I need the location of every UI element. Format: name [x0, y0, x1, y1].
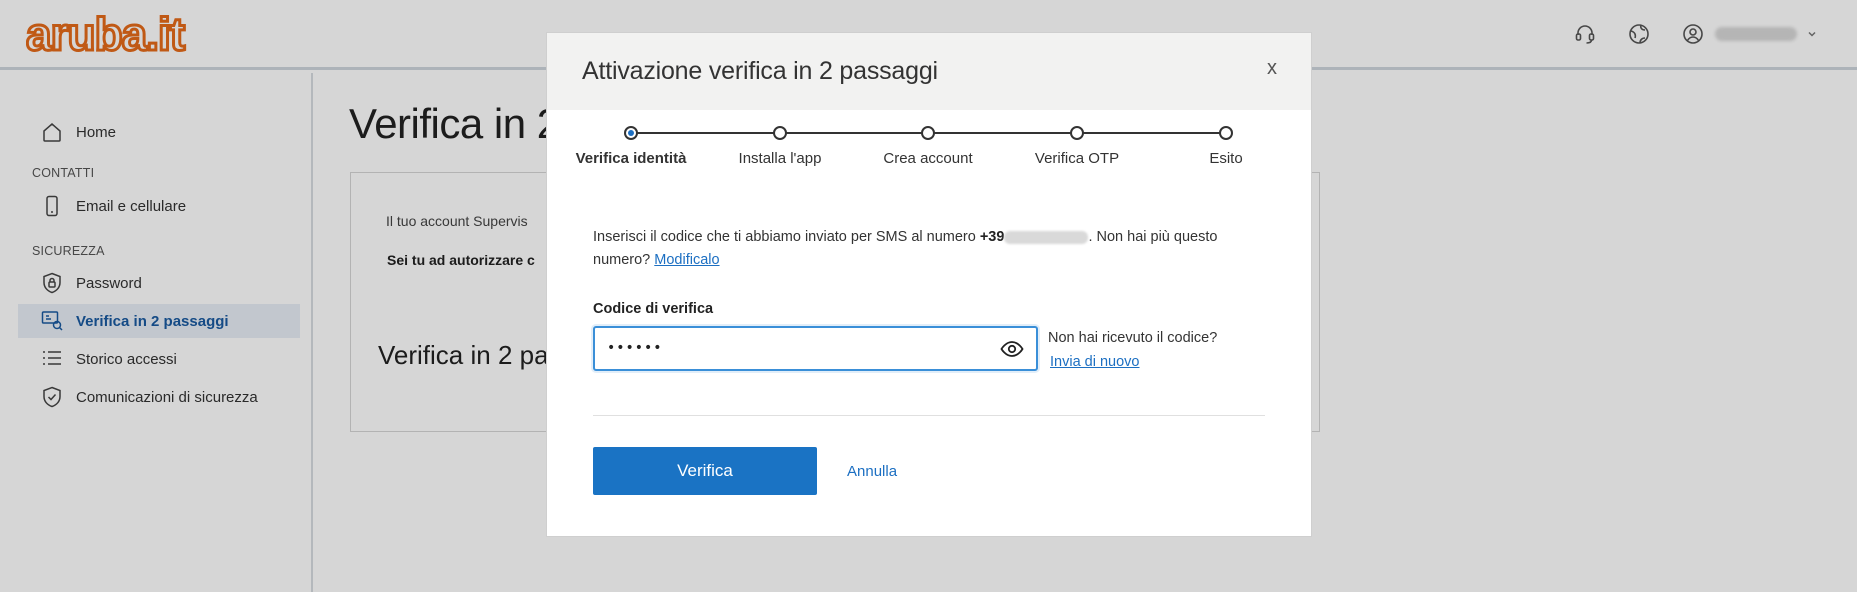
- step-dot-active: [624, 126, 638, 140]
- step-label: Esito: [1209, 150, 1243, 167]
- phone-prefix: +39: [979, 229, 1005, 245]
- step-dot: [1070, 126, 1084, 140]
- change-number-link[interactable]: Modificalo: [654, 252, 719, 268]
- eye-icon[interactable]: [1000, 338, 1024, 360]
- step-label: Verifica OTP: [1034, 150, 1120, 167]
- divider: [593, 415, 1265, 416]
- verification-code-field[interactable]: [593, 326, 1038, 371]
- step-dot: [773, 126, 787, 140]
- progress-stepper: Verifica identità Installa l'app Crea ac…: [547, 77, 1311, 167]
- sms-info-text: Inserisci il codice che ti abbiamo invia…: [593, 226, 1273, 272]
- verification-code-input[interactable]: [595, 328, 975, 368]
- verify-button[interactable]: Verifica: [593, 447, 817, 495]
- phone-number-redacted: [1004, 230, 1089, 244]
- step-label: Installa l'app: [738, 150, 822, 167]
- verification-code-label: Codice di verifica: [593, 301, 714, 317]
- resend-code-link[interactable]: Invia di nuovo: [1050, 354, 1139, 370]
- step-dot: [921, 126, 935, 140]
- step-dot: [1219, 126, 1233, 140]
- cancel-button[interactable]: Annulla: [847, 463, 897, 480]
- step-label: Crea account: [883, 150, 973, 167]
- step-label: Verifica identità: [575, 150, 687, 167]
- two-step-activation-modal: Attivazione verifica in 2 passaggi x Ver…: [547, 33, 1311, 536]
- resend-question: Non hai ricevuto il codice?: [1048, 330, 1218, 346]
- info-prefix: Inserisci il codice che ti abbiamo invia…: [593, 229, 980, 245]
